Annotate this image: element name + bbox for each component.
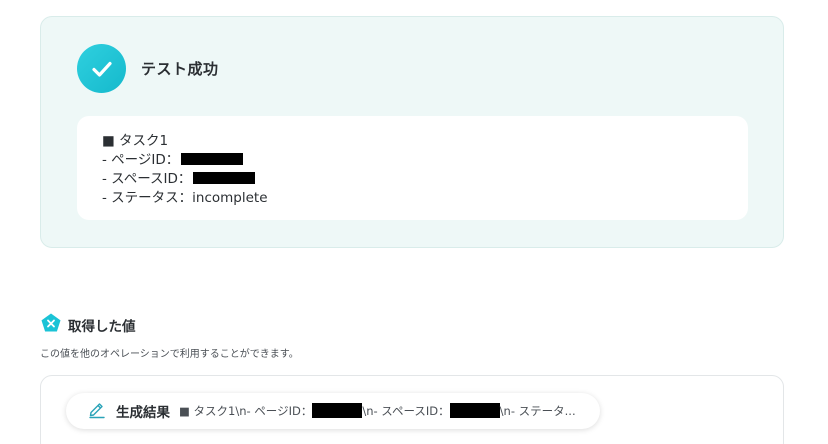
- check-icon: [77, 44, 126, 93]
- obtained-values-description: この値を他のオペレーションで利用することができます。: [40, 349, 299, 360]
- obtained-values-title: 取得した値: [68, 319, 136, 335]
- obtained-values-header: 取得した値: [40, 313, 136, 337]
- pen-icon: [87, 399, 107, 423]
- redacted-page-id: [181, 153, 244, 165]
- result-line-status: - ステータス：incomplete: [102, 190, 268, 206]
- generated-result-value: ■ タスク1\n- ページID： \n- スペースID： \n- ステータ...: [179, 403, 576, 418]
- pentagon-x-icon: [40, 312, 62, 338]
- generated-result-chip[interactable]: 生成結果 ■ タスク1\n- ページID： \n- スペースID： \n- ステータ…: [66, 393, 600, 429]
- test-success-title: テスト成功: [141, 60, 219, 78]
- result-line-space-id: - スペースID：: [102, 170, 748, 189]
- result-line-page-id: - ページID：: [102, 151, 748, 170]
- result-line-task: ■ タスク1: [102, 133, 169, 149]
- redacted-chip-space-id: [449, 403, 500, 418]
- test-success-card: テスト成功 ■ タスク1 - ページID： - スペースID： - ステータス：…: [40, 16, 784, 248]
- page: テスト成功 ■ タスク1 - ページID： - スペースID： - ステータス：…: [0, 0, 828, 444]
- obtained-values-card: 生成結果 ■ タスク1\n- ページID： \n- スペースID： \n- ステータ…: [40, 375, 784, 444]
- redacted-chip-page-id: [312, 403, 363, 418]
- test-result-box: ■ タスク1 - ページID： - スペースID： - ステータス：incomp…: [77, 116, 748, 220]
- redacted-space-id: [193, 172, 256, 184]
- generated-result-label: 生成結果: [116, 405, 170, 421]
